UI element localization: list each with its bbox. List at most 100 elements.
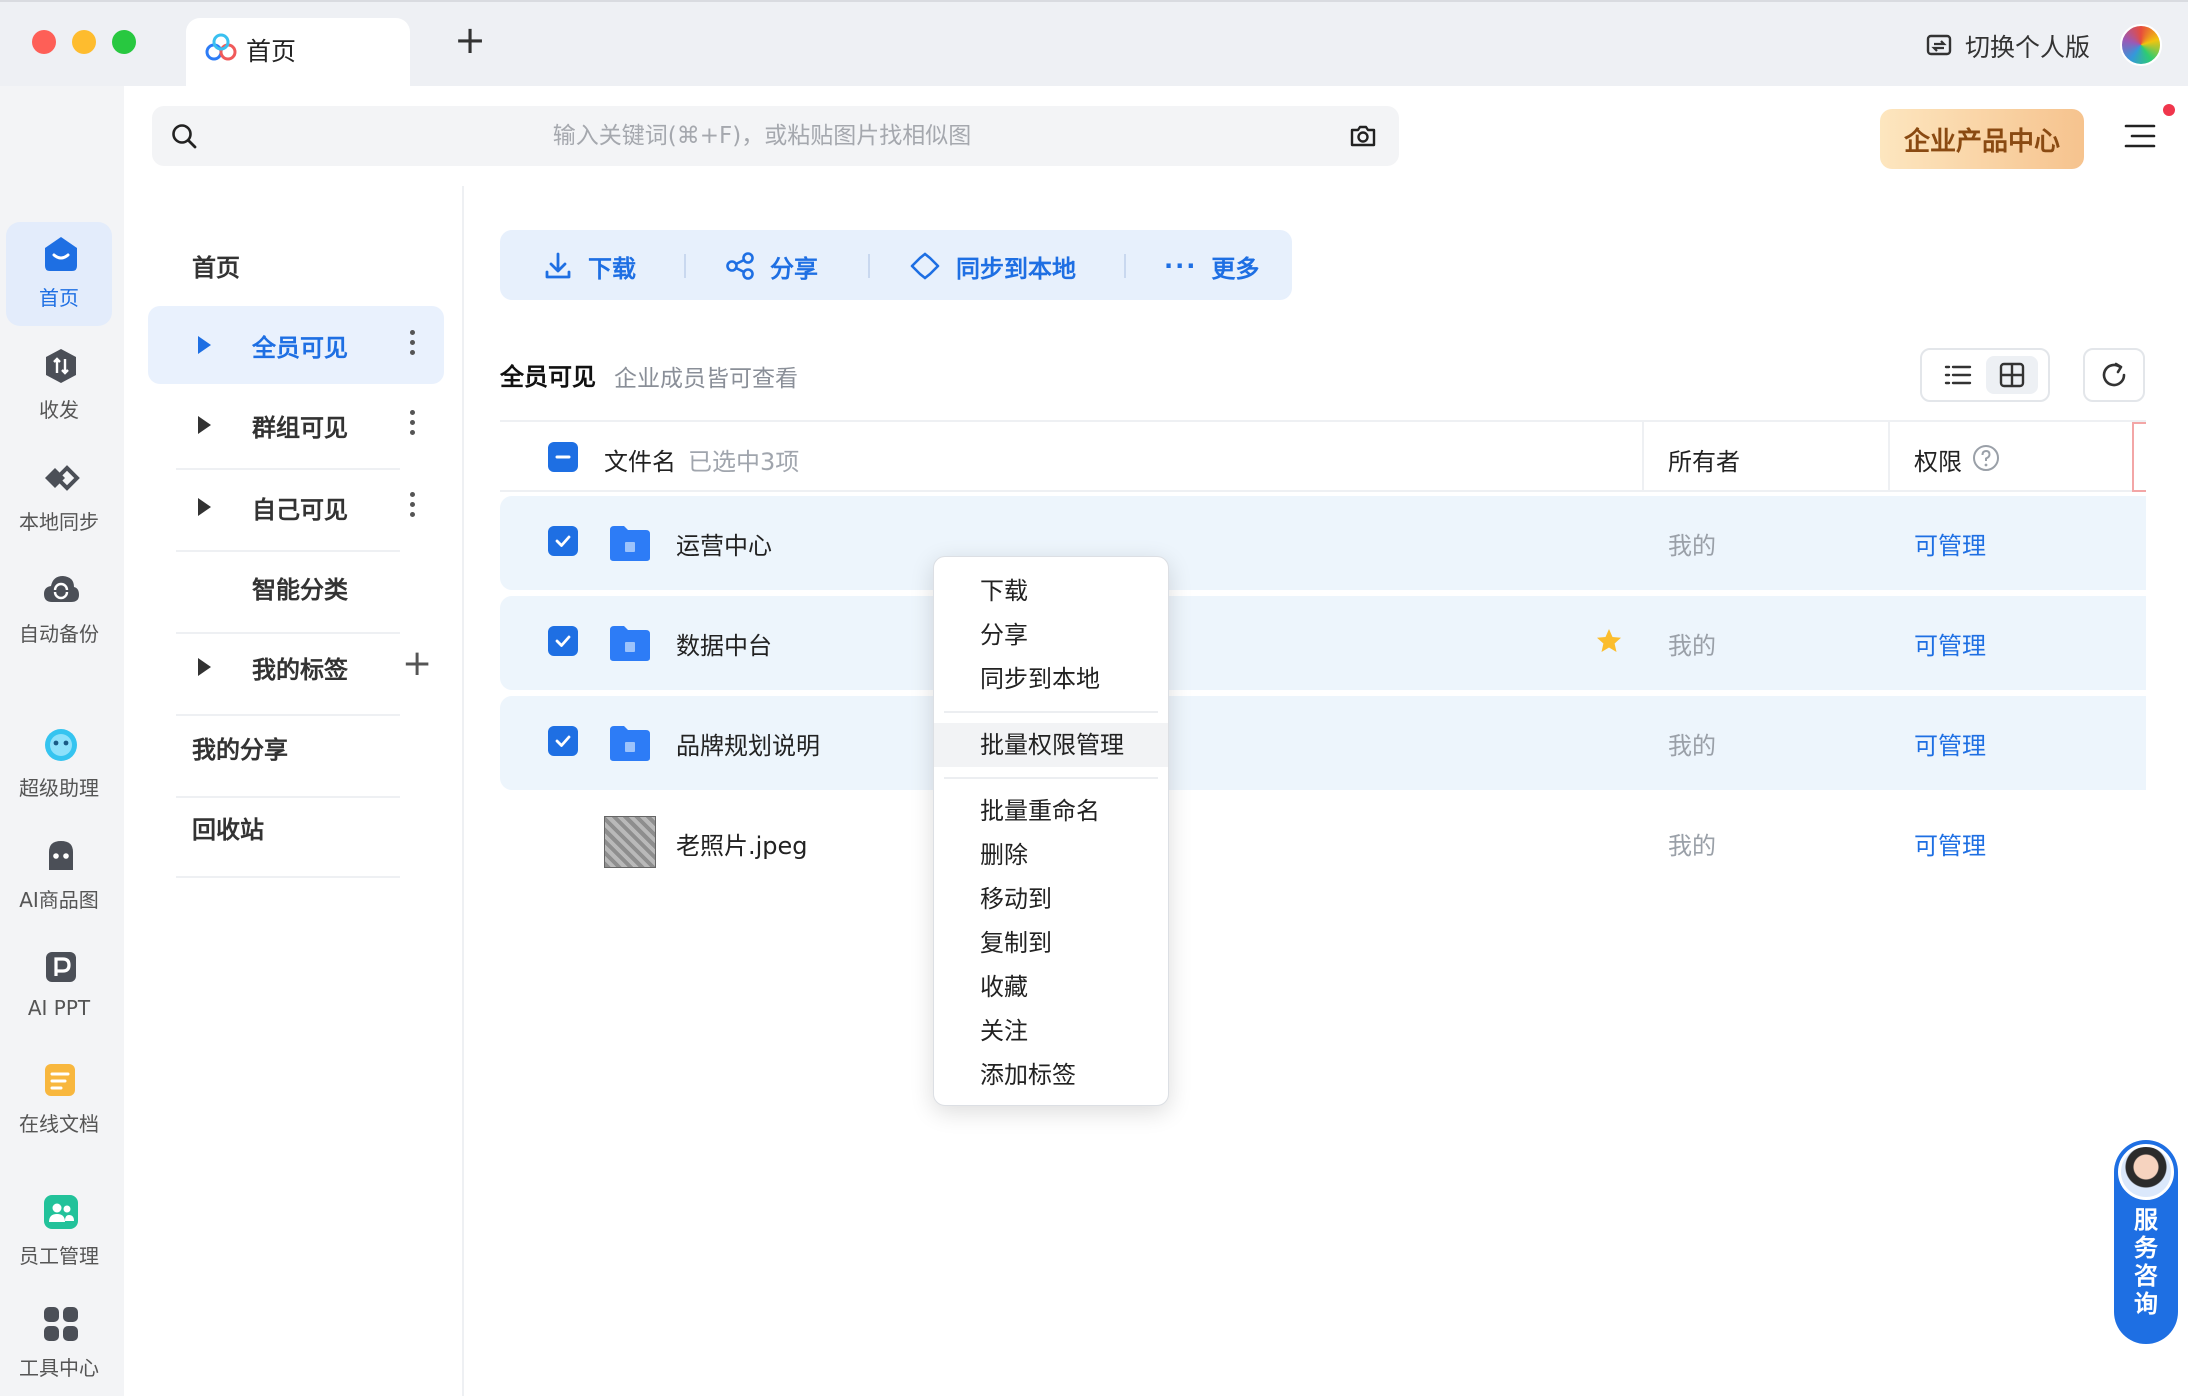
row-checkbox[interactable] [548,626,578,656]
expand-arrow-icon[interactable] [198,336,211,354]
column-header-name[interactable]: 文件名 [604,442,676,477]
context-menu-batch-permission[interactable]: 批量权限管理 [934,723,1168,767]
context-menu-batch-rename[interactable]: 批量重命名 [934,789,1168,833]
file-permission[interactable]: 可管理 [1914,626,1986,661]
nav-item-all-visible[interactable]: 全员可见 [148,306,444,384]
search-bar[interactable] [152,106,1399,166]
context-menu-favorite[interactable]: 收藏 [934,965,1168,1009]
camera-icon[interactable] [1348,122,1378,150]
nav-item-my-tags[interactable]: 我的标签 + [148,628,444,706]
sync-local-button[interactable]: 同步到本地 [908,248,1076,284]
context-menu-download[interactable]: 下载 [934,569,1168,613]
column-header-permission[interactable]: 权限 [1914,442,1962,477]
folder-icon [610,726,650,761]
rail-item-backup[interactable]: 自动备份 [6,558,112,662]
context-menu-delete[interactable]: 删除 [934,833,1168,877]
table-row[interactable]: 老照片.jpeg 我的 可管理 [500,796,2146,890]
context-menu-sync-local[interactable]: 同步到本地 [934,657,1168,701]
nav-item-smart-category[interactable]: 智能分类 [148,548,444,626]
expand-arrow-icon[interactable] [198,658,211,676]
switch-personal-button[interactable]: 切换个人版 [1925,26,2090,66]
file-name[interactable]: 数据中台 [676,626,772,661]
toolbar-divider [684,254,686,278]
refresh-button[interactable] [2083,348,2145,402]
rail-label-home: 首页 [39,286,79,310]
rail-item-home[interactable]: 首页 [6,222,112,326]
list-view-button[interactable] [1932,356,1984,394]
table-row[interactable]: 数据中台 我的 可管理 [500,596,2146,690]
file-name[interactable]: 运营中心 [676,526,772,561]
nav-item-recycle[interactable]: 回收站 [148,788,444,866]
rail-item-assistant[interactable]: 超级助理 [6,712,112,816]
nav-label-all-visible: 全员可见 [252,334,348,362]
more-label: 更多 [1211,254,1260,283]
file-owner: 我的 [1668,532,1716,560]
column-divider [1642,422,1644,492]
maximize-window-button[interactable] [112,30,136,54]
rail-item-transfer[interactable]: 收发 [6,334,112,438]
rail-item-doc[interactable]: 在线文档 [6,1048,112,1152]
help-icon[interactable] [1972,444,2000,472]
context-menu-copy-to[interactable]: 复制到 [934,921,1168,965]
rail-item-staff[interactable]: 员工管理 [6,1180,112,1284]
service-agent-avatar[interactable] [2118,1144,2174,1200]
add-tag-icon[interactable]: + [402,642,432,686]
image-thumbnail [604,816,656,868]
column-header-owner[interactable]: 所有者 [1668,442,1740,477]
tab-home[interactable]: 首页 [186,18,410,86]
more-button[interactable]: ··· 更多 [1164,248,1259,284]
select-all-checkbox[interactable] [548,442,578,472]
close-window-button[interactable] [32,30,56,54]
more-vertical-icon[interactable] [410,492,416,522]
user-avatar[interactable] [2120,24,2162,66]
file-name[interactable]: 品牌规划说明 [676,726,820,761]
nav-item-group-visible[interactable]: 群组可见 [148,386,444,464]
rail-item-ai-product[interactable]: AI商品图 [6,824,112,928]
context-menu-follow[interactable]: 关注 [934,1009,1168,1053]
download-button[interactable]: 下载 [542,248,636,284]
more-vertical-icon[interactable] [410,410,416,440]
backup-icon [44,576,79,602]
expand-arrow-icon[interactable] [198,498,211,516]
enterprise-product-center-button[interactable]: 企业产品中心 [1880,109,2084,169]
context-menu-divider [944,777,1158,779]
nav-item-self-visible[interactable]: 自己可见 [148,468,444,546]
nav-label-self-visible: 自己可见 [252,496,348,524]
nav-label-recycle: 回收站 [192,816,264,844]
table-row[interactable]: 运营中心 我的 可管理 [500,496,2146,590]
file-permission[interactable]: 可管理 [1914,726,1986,761]
file-name[interactable]: 老照片.jpeg [676,826,808,861]
download-icon [545,252,571,279]
row-checkbox[interactable] [548,526,578,556]
star-icon[interactable] [1594,626,1624,656]
context-menu-add-tag[interactable]: 添加标签 [934,1053,1168,1097]
folder-icon [610,526,650,561]
grid-view-button[interactable] [1986,356,2038,394]
tab-title: 首页 [246,37,297,66]
rail-item-sync[interactable]: 本地同步 [6,446,112,550]
more-dots-icon: ··· [1164,252,1198,280]
menu-icon[interactable] [2122,118,2158,154]
context-menu-move-to[interactable]: 移动到 [934,877,1168,921]
table-row[interactable]: 品牌规划说明 我的 可管理 [500,696,2146,790]
file-permission[interactable]: 可管理 [1914,526,1986,561]
rail-item-tools[interactable]: 工具中心 [6,1292,112,1396]
nav-label-home: 首页 [192,254,240,282]
new-tab-button[interactable]: + [450,20,490,60]
context-menu-share[interactable]: 分享 [934,613,1168,657]
nav-item-home[interactable]: 首页 [148,226,444,304]
row-checkbox[interactable] [548,726,578,756]
folder-icon [610,626,650,661]
nav-item-my-share[interactable]: 我的分享 [148,708,444,786]
expand-arrow-icon[interactable] [198,416,211,434]
rail-label-doc: 在线文档 [19,1112,99,1136]
file-permission[interactable]: 可管理 [1914,826,1986,861]
baidu-netdisk-logo-icon [205,33,237,61]
rail-item-ai-ppt[interactable]: AI PPT [6,936,112,1040]
more-vertical-icon[interactable] [410,330,416,360]
rail-label-staff: 员工管理 [19,1244,99,1268]
minimize-window-button[interactable] [72,30,96,54]
search-input[interactable] [212,114,1312,158]
nav-divider [176,468,400,470]
share-button[interactable]: 分享 [724,248,818,284]
